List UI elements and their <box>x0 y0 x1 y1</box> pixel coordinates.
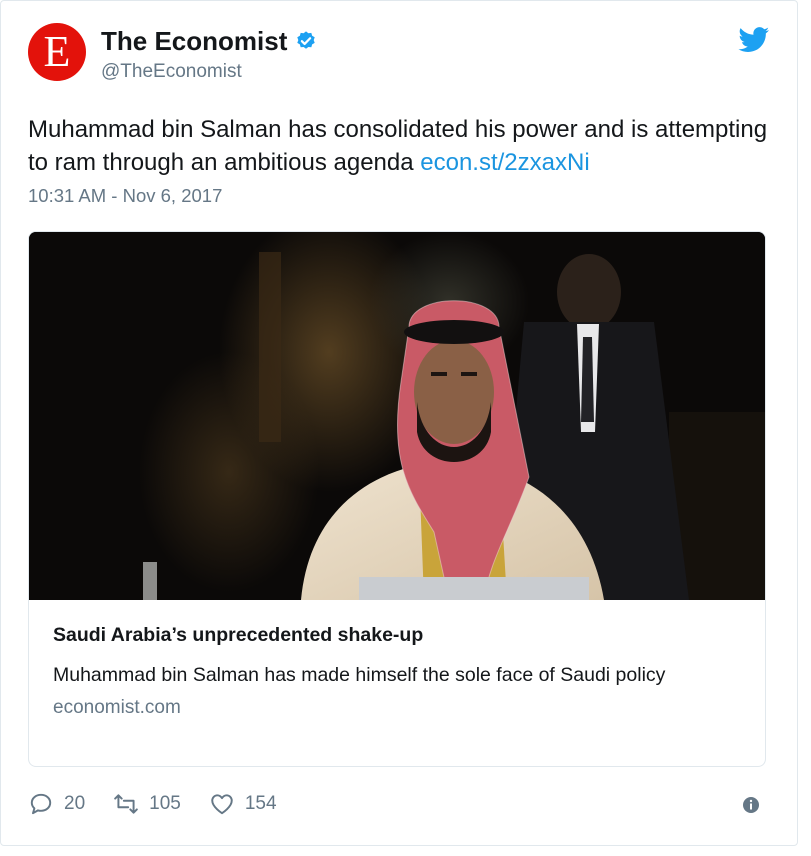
tweet-text: Muhammad bin Salman has consolidated his… <box>28 113 778 179</box>
like-count: 154 <box>244 793 277 814</box>
link-card[interactable]: Saudi Arabia’s unprecedented shake-up Mu… <box>28 231 766 767</box>
heart-icon <box>211 794 233 815</box>
retweet-icon <box>114 794 138 814</box>
display-name[interactable]: The Economist <box>101 26 287 57</box>
card-title[interactable]: Saudi Arabia’s unprecedented shake-up <box>53 624 743 647</box>
info-icon[interactable] <box>741 795 761 815</box>
retweet-button[interactable]: 105 <box>113 791 181 817</box>
tweet-link[interactable]: econ.st/2zxaxNi <box>420 149 589 176</box>
reply-count: 20 <box>64 793 86 814</box>
verified-badge-icon <box>297 31 316 49</box>
card-body: Saudi Arabia’s unprecedented shake-up Mu… <box>53 624 743 719</box>
card-description: Muhammad bin Salman has made himself the… <box>53 664 666 686</box>
like-button[interactable]: 154 <box>209 791 277 817</box>
card-image[interactable] <box>29 232 765 600</box>
tweet-actions: 20 105 154 <box>28 791 305 817</box>
retweet-count: 105 <box>149 793 181 814</box>
avatar[interactable]: E <box>28 23 86 81</box>
card-photo <box>29 232 765 600</box>
twitter-bird-icon[interactable] <box>738 27 770 53</box>
handle[interactable]: @TheEconomist <box>101 61 242 83</box>
embedded-tweet: E The Economist @TheEconomist Muhammad b… <box>0 0 798 846</box>
reply-button[interactable]: 20 <box>28 791 85 817</box>
avatar-letter: E <box>43 27 71 76</box>
timestamp[interactable]: 10:31 AM - Nov 6, 2017 <box>28 185 222 207</box>
tweet-body: Muhammad bin Salman has consolidated his… <box>28 116 768 176</box>
card-domain: economist.com <box>53 697 181 718</box>
author-name-row: The Economist <box>101 25 317 57</box>
reply-icon <box>30 793 52 815</box>
